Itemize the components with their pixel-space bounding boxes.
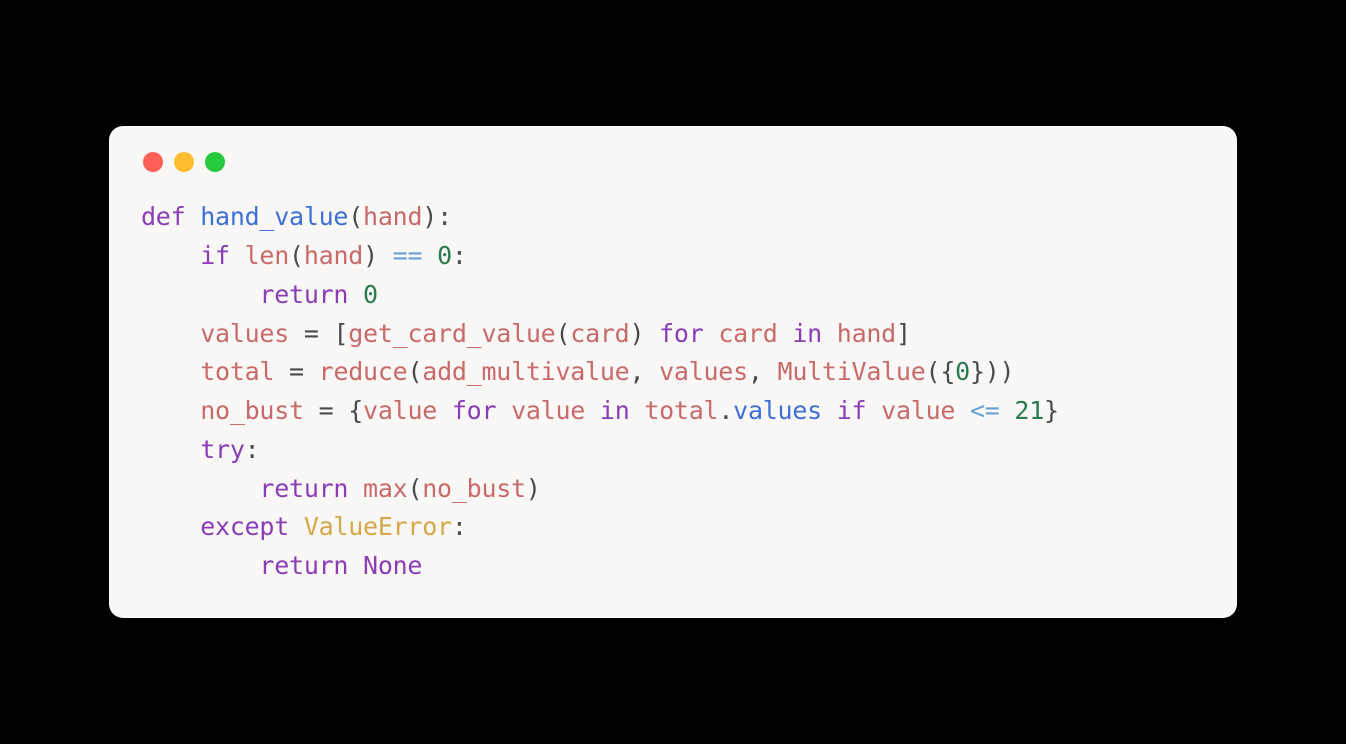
code-token: hand_value [200,202,348,231]
code-token [141,241,200,270]
code-token [141,357,200,386]
code-token: = [304,396,348,425]
code-token: ( [407,357,422,386]
code-token: ): [422,202,452,231]
code-token: = [274,357,318,386]
code-token: , [629,357,659,386]
close-icon[interactable] [143,152,163,172]
code-token: if [822,396,881,425]
code-token [141,435,200,464]
code-token: value [363,396,437,425]
code-token: card [570,319,629,348]
code-token: . [718,396,733,425]
code-token [141,396,200,425]
code-token: = [289,319,333,348]
code-token: value [511,396,585,425]
code-token: : [452,512,467,541]
code-token: in [778,319,837,348]
code-token [141,512,200,541]
code-token: == [393,241,437,270]
code-token: total [200,357,274,386]
code-token: ({ [926,357,956,386]
code-token [141,319,200,348]
code-token: value [881,396,955,425]
code-token: ) [630,319,645,348]
code-token: return [259,280,363,309]
code-token: <= [955,396,1014,425]
code-token: return [259,551,363,580]
code-token [141,551,259,580]
code-token: try [200,435,244,464]
code-token: ValueError [304,512,452,541]
code-token: ( [407,474,422,503]
code-token: for [437,396,511,425]
code-token: values [200,319,289,348]
code-token: def [141,202,200,231]
code-token: 0 [955,357,970,386]
code-token: in [585,396,644,425]
code-token: no_bust [200,396,304,425]
code-token: [ [333,319,348,348]
code-token: : [245,435,260,464]
code-token: , [748,357,778,386]
code-token: add_multivalue [422,357,629,386]
code-token [141,280,259,309]
code-token: ( [348,202,363,231]
code-token: 21 [1014,396,1044,425]
minimize-icon[interactable] [174,152,194,172]
code-window: def hand_value(hand): if len(hand) == 0:… [109,126,1237,618]
code-token: ( [289,241,304,270]
code-token: no_bust [422,474,526,503]
code-token: ( [555,319,570,348]
code-token: total [644,396,718,425]
zoom-icon[interactable] [205,152,225,172]
code-token: reduce [319,357,408,386]
code-token: hand [363,202,422,231]
code-token: 0 [363,280,378,309]
titlebar [141,152,1205,172]
code-token: except [200,512,304,541]
code-token: None [363,551,422,580]
code-token: })) [970,357,1014,386]
code-token: values [733,396,822,425]
code-token: } [1044,396,1059,425]
code-token: hand [304,241,363,270]
code-token: 0 [437,241,452,270]
code-token: ] [896,319,911,348]
code-token: { [348,396,363,425]
code-token: ) [526,474,541,503]
code-token: card [718,319,777,348]
code-token: max [363,474,407,503]
code-token: hand [837,319,896,348]
code-token: len [245,241,289,270]
code-token: : [452,241,467,270]
code-block: def hand_value(hand): if len(hand) == 0:… [141,198,1205,586]
code-token: for [644,319,718,348]
code-token: ) [363,241,393,270]
code-token: if [200,241,244,270]
code-token: get_card_value [348,319,555,348]
code-token: values [659,357,748,386]
code-token [141,474,259,503]
code-token: return [259,474,363,503]
code-token: MultiValue [778,357,926,386]
